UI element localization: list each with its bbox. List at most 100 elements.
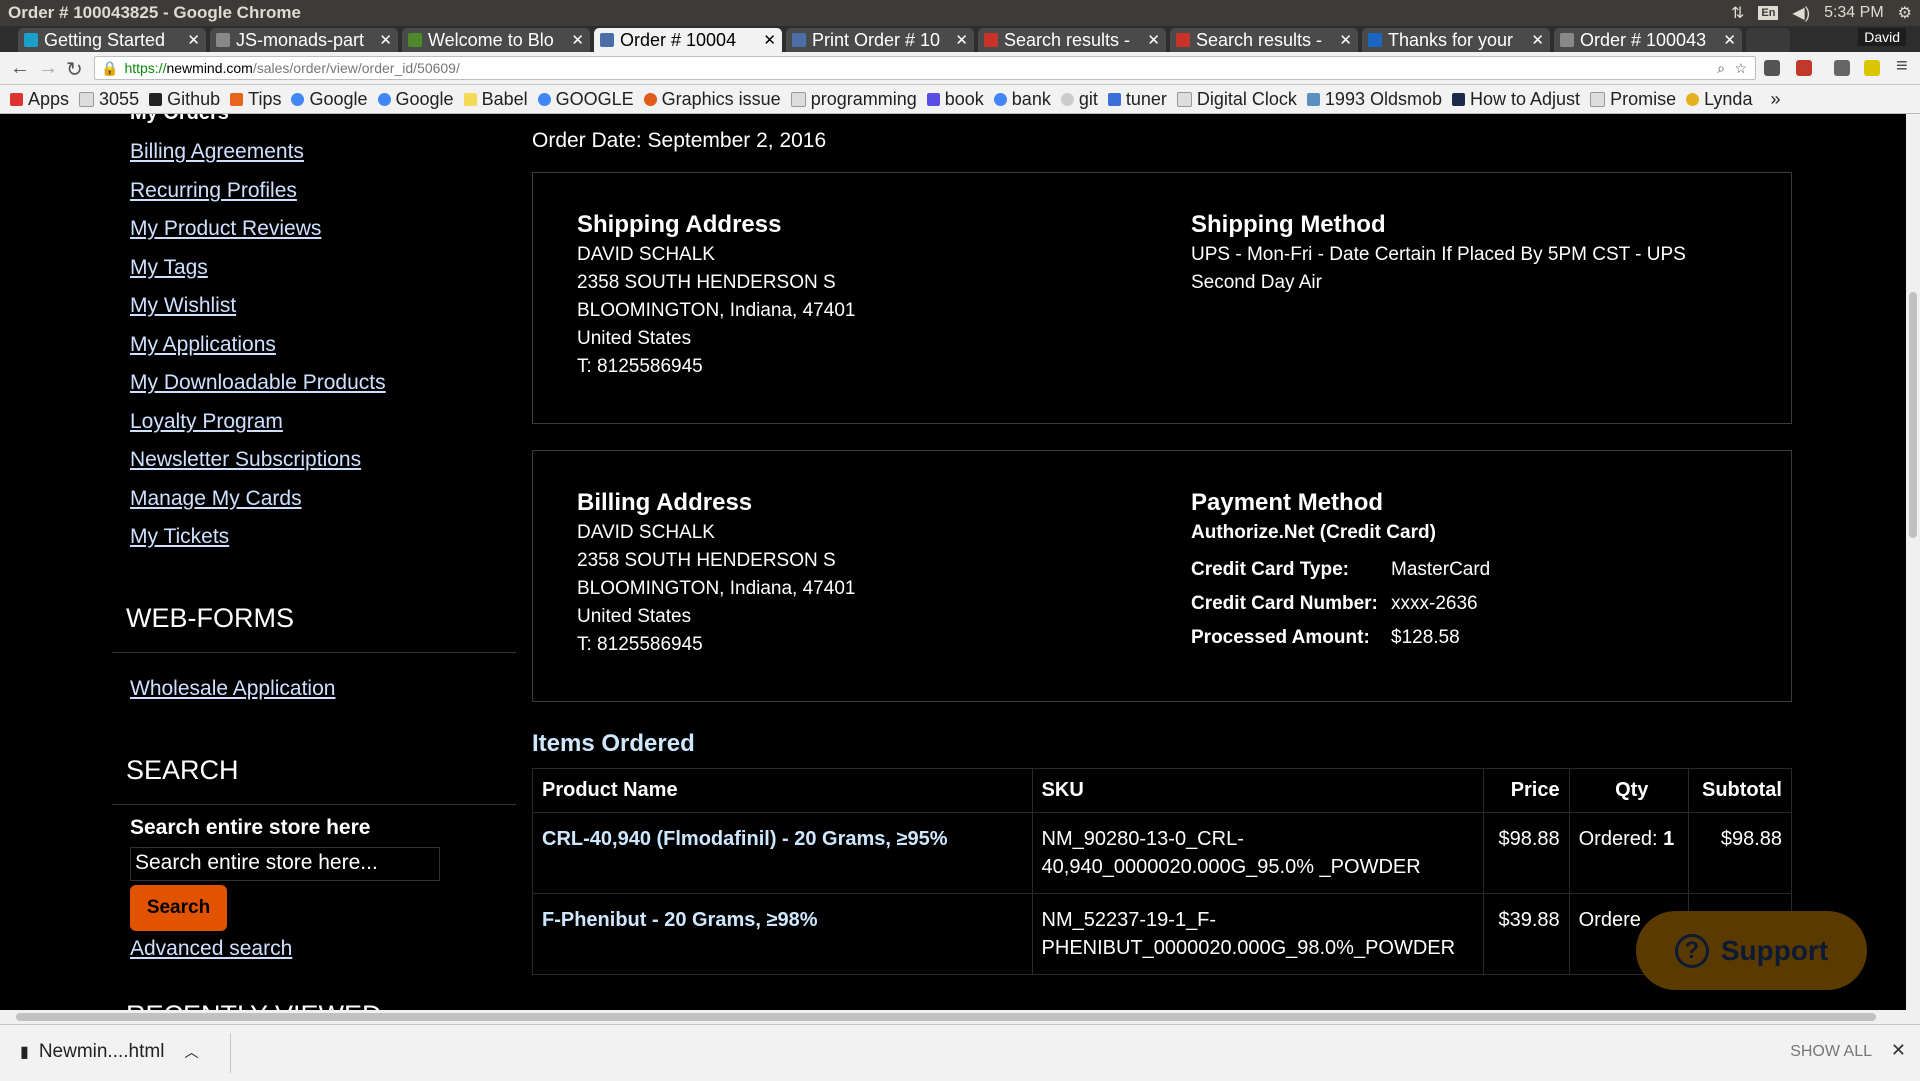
volume-icon[interactable]: ◀) [1792,3,1810,23]
adblock-icon[interactable] [1796,60,1812,76]
close-icon[interactable]: ✕ [379,31,392,49]
support-button[interactable]: ? Support [1636,911,1867,990]
chevron-up-icon[interactable]: ︿ [184,1042,198,1062]
network-icon[interactable]: ⇅ [1731,3,1744,23]
bookmark[interactable]: programming [790,89,917,110]
bookmark[interactable]: How to Adjust [1452,89,1580,110]
search-button[interactable]: Search [130,885,227,931]
bookmark-label: Tips [248,88,282,109]
webforms-heading: WEB-FORMS [126,603,294,633]
tab[interactable]: Thanks for your ✕ [1362,28,1550,52]
scrollbar-thumb[interactable] [16,1013,1876,1021]
bookmark-star-icon[interactable]: ☆ [1734,57,1747,79]
profile-button[interactable]: David [1858,28,1906,46]
sidebar-link-applications[interactable]: My Applications [130,333,276,357]
bookmark-label: Digital Clock [1196,88,1297,109]
close-icon[interactable]: ✕ [571,31,584,49]
bookmark[interactable]: Google [291,89,368,110]
sidebar-link-product-reviews[interactable]: My Product Reviews [130,217,321,241]
bookmark[interactable]: Github [149,89,220,110]
sidebar-link-newsletter[interactable]: Newsletter Subscriptions [130,448,361,472]
clock[interactable]: 5:34 PM [1824,4,1884,22]
tab-active[interactable]: Order # 10004 ✕ [594,28,782,52]
scrollbar-thumb[interactable] [1909,292,1917,538]
advanced-search-link[interactable]: Advanced search [130,937,292,961]
bookmark-label: Apps [28,88,70,109]
product-subtotal: $98.88 [1688,812,1792,894]
bookmark[interactable]: 3055 [79,89,139,110]
bookmark[interactable]: git [1060,89,1098,110]
product-name: F-Phenibut - 20 Grams, ≥98% [532,893,1033,975]
sidebar-link-downloadable-products[interactable]: My Downloadable Products [130,371,386,395]
github-icon [149,92,163,106]
tab-favicon-icon [24,33,38,47]
bookmark[interactable]: Tips [230,89,281,110]
back-icon[interactable]: ← [10,57,30,80]
lynda-icon [1686,92,1700,106]
vertical-scrollbar[interactable] [1906,114,1920,1010]
bookmark[interactable]: Digital Clock [1176,88,1297,110]
tab[interactable]: Search results - ✕ [978,28,1166,52]
tab[interactable]: JS-monads-part ✕ [210,28,398,52]
close-icon[interactable]: ✕ [1723,31,1736,49]
bookmark[interactable]: book [926,89,984,110]
extension-pen-icon[interactable] [1834,60,1850,76]
extension-icon[interactable] [1864,60,1880,76]
bookmark[interactable]: Google [377,89,454,110]
bookmark[interactable]: bank [993,89,1051,110]
table-row: F-Phenibut - 20 Grams, ≥98% NM_52237-19-… [532,893,1792,975]
order-date: Order Date: September 2, 2016 [532,129,827,152]
sku-line: 40,940_0000020.000G_95.0% _POWDER [1041,856,1421,878]
horizontal-scrollbar[interactable] [0,1010,1920,1024]
menu-icon[interactable]: ≡ [1896,55,1908,78]
sidebar-link-wishlist[interactable]: My Wishlist [130,294,236,318]
sidebar-link-billing-agreements[interactable]: Billing Agreements [130,140,304,164]
extension-icon[interactable] [1764,60,1780,76]
language-indicator[interactable]: En [1758,6,1779,20]
settings-icon[interactable]: ⚙ [1898,3,1912,23]
wholesale-application-link[interactable]: Wholesale Application [130,677,335,701]
tab[interactable]: Search results - ✕ [1170,28,1358,52]
address-bar[interactable]: 🔒 https://newmind.com/sales/order/view/or… [94,56,1756,80]
url-scheme: https:// [124,60,167,76]
google-icon [377,92,391,106]
bookmark[interactable]: Graphics issue [643,89,781,110]
show-all-button[interactable]: SHOW ALL [1790,1043,1872,1061]
tab-label: Search results - [1004,29,1131,50]
bookmark-apps[interactable]: Apps [10,89,69,110]
close-icon[interactable]: ✕ [1531,31,1544,49]
close-icon[interactable]: ✕ [1147,31,1160,49]
bookmark-label: Github [167,88,221,109]
sidebar-link-tickets[interactable]: My Tickets [130,525,229,549]
help-icon: ? [1674,933,1709,968]
download-item[interactable]: ▮ Newmin....html ︿ [20,1041,198,1063]
bookmark[interactable]: Babel [463,89,528,110]
tab-favicon-icon [600,33,614,47]
page-icon [1176,91,1192,107]
tab[interactable]: Welcome to Blo ✕ [402,28,590,52]
bookmark[interactable]: tuner [1107,89,1167,110]
bookmark[interactable]: Promise [1590,89,1676,110]
product-price: $39.88 [1483,893,1570,975]
sidebar-link-loyalty-program[interactable]: Loyalty Program [130,410,283,434]
sidebar-link-recurring-profiles[interactable]: Recurring Profiles [130,179,297,203]
close-icon[interactable]: ✕ [1339,31,1352,49]
sidebar-link-manage-cards[interactable]: Manage My Cards [130,487,302,511]
search-input[interactable]: Search entire store here... [130,847,440,881]
tab[interactable]: Getting Started ✕ [18,28,206,52]
close-icon[interactable]: ✕ [955,31,968,49]
close-icon[interactable]: ✕ [763,31,776,49]
reload-icon[interactable]: ↻ [66,57,83,82]
bookmark[interactable]: 1993 Oldsmob [1306,89,1442,110]
tab[interactable]: Order # 100043 ✕ [1554,28,1742,52]
new-tab-button[interactable] [1746,28,1790,52]
close-icon[interactable]: ✕ [1891,1040,1906,1061]
forward-icon[interactable]: → [38,57,58,80]
zoom-icon[interactable]: ⌕ [1717,57,1725,79]
sidebar-link-tags[interactable]: My Tags [130,256,208,280]
bookmark[interactable]: GOOGLE [537,89,634,110]
close-icon[interactable]: ✕ [187,31,200,49]
tab[interactable]: Print Order # 10 ✕ [786,28,974,52]
more-bookmarks-icon[interactable]: » [1770,89,1780,110]
bookmark[interactable]: Lynda [1686,89,1752,110]
